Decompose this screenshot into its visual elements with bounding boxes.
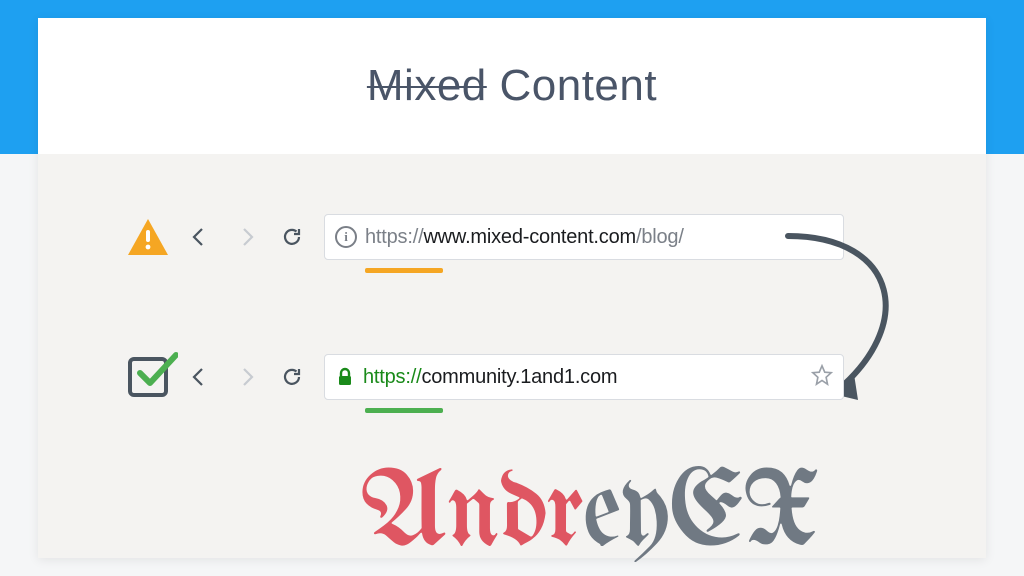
mixed-content-row: i https://www.mixed-content.com/blog/ <box>128 214 844 260</box>
back-arrow-icon[interactable] <box>186 363 214 391</box>
lock-icon[interactable] <box>335 367 355 387</box>
reload-icon[interactable] <box>278 223 306 251</box>
url-scheme: https:// <box>365 226 423 248</box>
slide-card: Mixed Content <box>38 18 986 558</box>
url-text-secure: https://community.1and1.com <box>363 366 617 389</box>
warning-triangle-icon <box>128 219 168 255</box>
address-bar-secure[interactable]: https://community.1and1.com <box>324 354 844 400</box>
card-header: Mixed Content <box>38 18 986 154</box>
scheme-underline-orange <box>365 268 443 273</box>
forward-arrow-icon[interactable] <box>232 363 260 391</box>
info-circle-icon[interactable]: i <box>335 226 357 248</box>
url-text-mixed: https://www.mixed-content.com/blog/ <box>365 226 684 249</box>
page-title: Mixed Content <box>367 61 657 111</box>
title-rest: Content <box>487 61 657 110</box>
checkbox-checked-icon <box>128 357 168 397</box>
url-scheme: https:// <box>363 366 421 388</box>
url-host: www.mixed-content.com <box>423 226 636 248</box>
bookmark-star-icon[interactable] <box>811 364 833 391</box>
scheme-underline-green <box>365 408 443 413</box>
title-struck-word: Mixed <box>367 61 487 110</box>
secure-row: https://community.1and1.com <box>128 354 844 400</box>
url-path: /blog/ <box>636 226 684 248</box>
reload-icon[interactable] <box>278 363 306 391</box>
url-host: community.1and1.com <box>421 366 617 388</box>
address-bar-mixed[interactable]: i https://www.mixed-content.com/blog/ <box>324 214 844 260</box>
forward-arrow-icon[interactable] <box>232 223 260 251</box>
back-arrow-icon[interactable] <box>186 223 214 251</box>
address-rows: i https://www.mixed-content.com/blog/ <box>38 154 986 558</box>
